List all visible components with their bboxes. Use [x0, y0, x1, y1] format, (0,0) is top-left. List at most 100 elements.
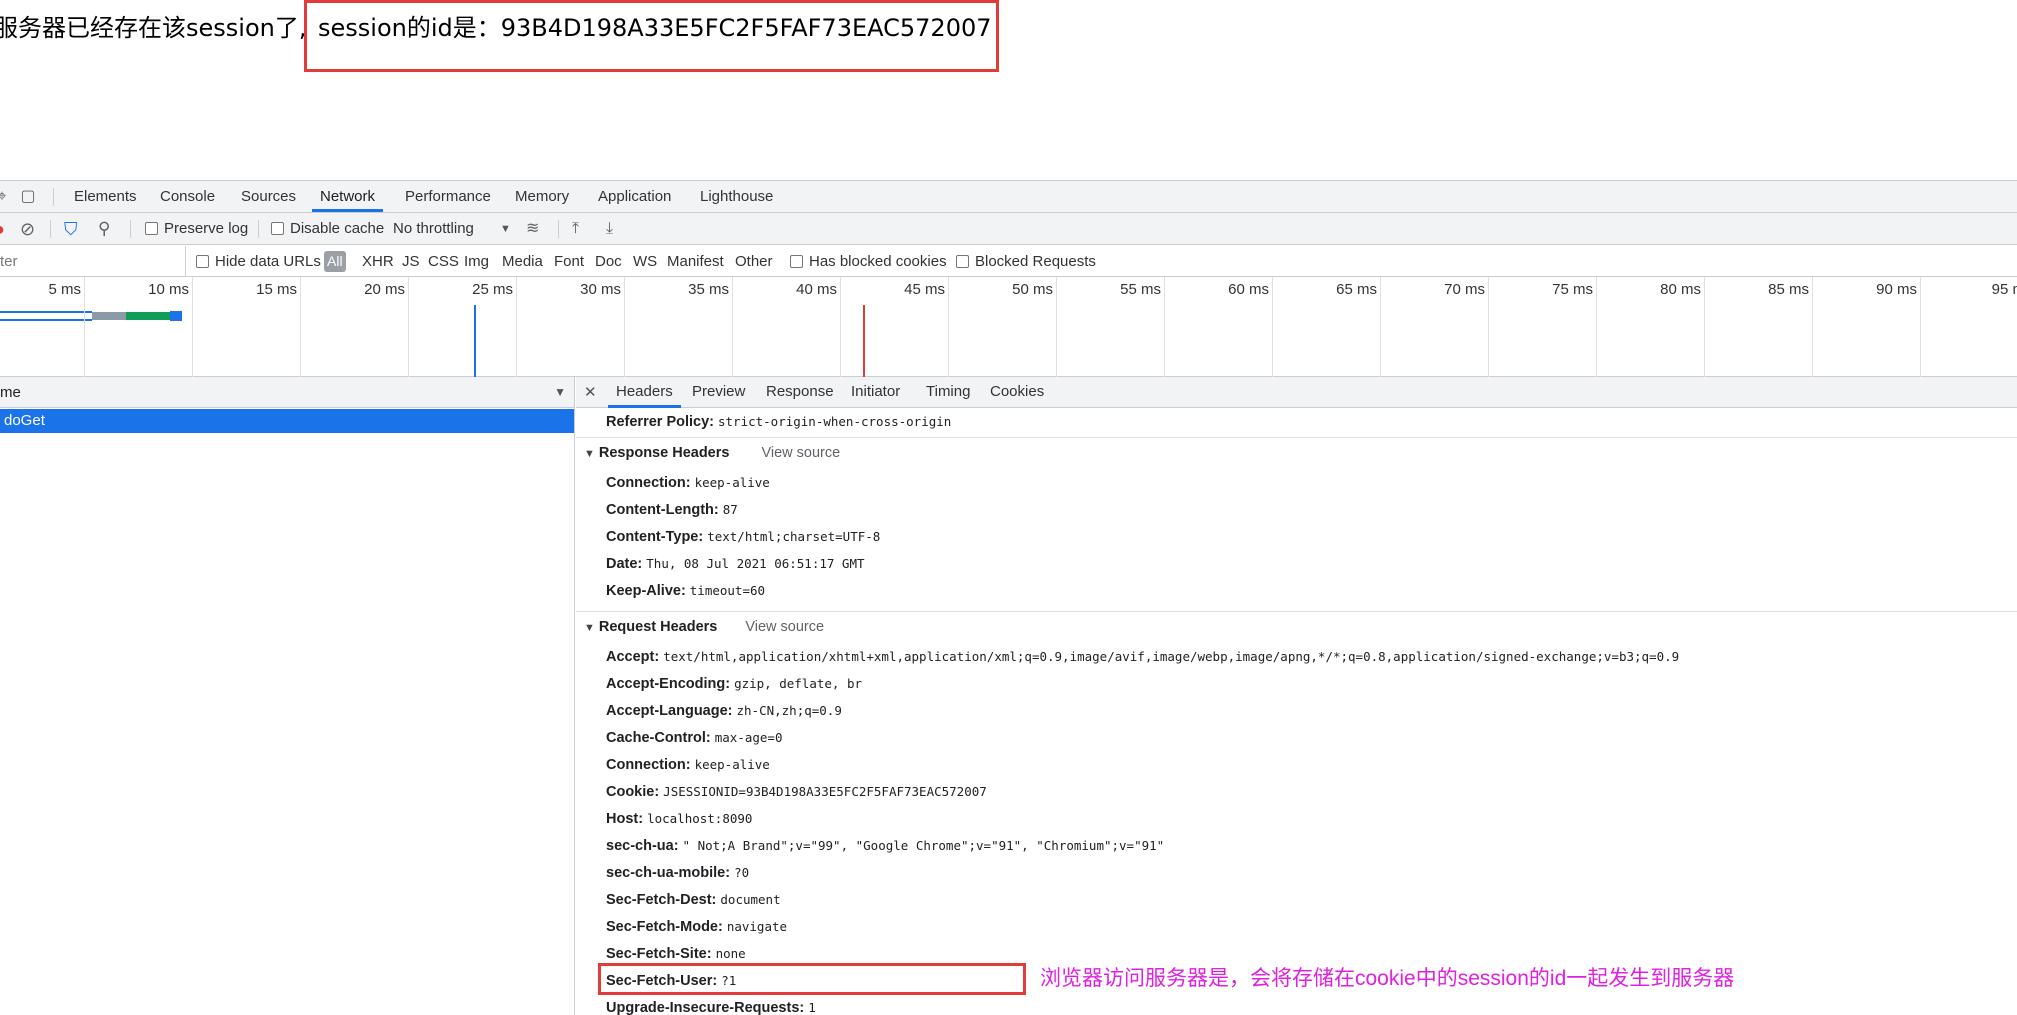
- header-row: Accept-Language: zh-CN,zh;q=0.9: [606, 698, 842, 724]
- header-value: keep-alive: [694, 475, 770, 490]
- response-headers-section[interactable]: ▼ Response Headers View source: [576, 437, 2017, 467]
- filter-type-font[interactable]: Font: [554, 246, 584, 277]
- tab-performance[interactable]: Performance: [397, 181, 499, 212]
- header-value: none: [715, 946, 746, 961]
- disable-cache-checkbox[interactable]: Disable cache: [271, 213, 384, 245]
- header-value: JSESSIONID=93B4D198A33E5FC2F5FAF73EAC572…: [663, 784, 987, 799]
- chevron-down-icon[interactable]: ▼: [500, 213, 511, 245]
- filter-type-media[interactable]: Media: [502, 246, 543, 277]
- header-value: 1: [808, 1000, 816, 1015]
- throttling-select[interactable]: No throttling: [393, 213, 474, 245]
- view-source-link[interactable]: View source: [761, 445, 840, 461]
- header-value: text/html;charset=UTF-8: [707, 529, 881, 544]
- has-blocked-cookies-checkbox[interactable]: Has blocked cookies: [790, 246, 947, 277]
- tab-initiator[interactable]: Initiator: [843, 377, 908, 408]
- filter-bar: ter Hide data URLs All XHR JS CSS Img Me…: [0, 246, 2017, 277]
- request-row[interactable]: doGet: [0, 409, 574, 433]
- tab-headers[interactable]: Headers: [608, 377, 681, 408]
- export-har-icon[interactable]: ⤓: [606, 213, 613, 245]
- header-name: Keep-Alive:: [606, 583, 686, 599]
- sort-arrow-icon[interactable]: ▼: [554, 377, 566, 408]
- tab-response[interactable]: Response: [758, 377, 842, 408]
- tab-lighthouse[interactable]: Lighthouse: [692, 181, 781, 212]
- checkbox-box[interactable]: [271, 222, 284, 235]
- tab-elements[interactable]: Elements: [66, 181, 145, 212]
- view-source-link[interactable]: View source: [745, 619, 824, 635]
- filter-type-js[interactable]: JS: [402, 246, 420, 277]
- has-blocked-cookies-label: Has blocked cookies: [809, 253, 947, 270]
- header-row: sec-ch-ua: " Not;A Brand";v="99", "Google…: [606, 833, 1164, 859]
- disable-cache-label: Disable cache: [290, 220, 385, 237]
- tab-cookies[interactable]: Cookies: [982, 377, 1052, 408]
- filter-input[interactable]: ter: [0, 246, 186, 277]
- checkbox-box[interactable]: [145, 222, 158, 235]
- header-name: Cache-Control:: [606, 730, 711, 746]
- preserve-log-checkbox[interactable]: Preserve log: [145, 213, 248, 245]
- devtools-panel: ⌖ ▢ Elements Console Sources Network Per…: [0, 180, 2017, 1015]
- header-value: document: [720, 892, 781, 907]
- name-column-header[interactable]: me ▼: [0, 377, 574, 408]
- checkbox-box[interactable]: [196, 255, 209, 268]
- request-detail-panel: ✕ Headers Preview Response Initiator Tim…: [576, 377, 2017, 1015]
- header-row: Upgrade-Insecure-Requests: 1: [606, 995, 816, 1015]
- import-har-icon[interactable]: ⤒: [572, 213, 579, 245]
- filter-type-xhr[interactable]: XHR: [362, 246, 394, 277]
- header-value: 87: [722, 502, 738, 517]
- header-name: Sec-Fetch-Mode:: [606, 919, 723, 935]
- header-value: zh-CN,zh;q=0.9: [736, 703, 842, 718]
- checkbox-box[interactable]: [956, 255, 969, 268]
- header-value: keep-alive: [694, 757, 770, 772]
- filter-type-all[interactable]: All: [324, 251, 346, 272]
- header-row: Keep-Alive: timeout=60: [606, 578, 765, 604]
- header-row: Connection: keep-alive: [606, 752, 770, 778]
- cookie-highlight-box: [598, 963, 1026, 995]
- header-row: Sec-Fetch-Dest: document: [606, 887, 781, 913]
- filter-type-css[interactable]: CSS: [428, 246, 459, 277]
- header-name: Accept-Encoding:: [606, 676, 731, 692]
- tab-network[interactable]: Network: [312, 181, 384, 212]
- toolbar-divider: [558, 220, 559, 238]
- header-value: gzip, deflate, br: [734, 676, 862, 691]
- filter-icon[interactable]: ⛉: [64, 213, 78, 245]
- header-row: Host: localhost:8090: [606, 806, 752, 832]
- header-name: sec-ch-ua:: [606, 838, 679, 854]
- timeline-tick-label: 95 m: [1991, 281, 2017, 298]
- device-toolbar-icon[interactable]: ▢: [18, 187, 38, 207]
- triangle-down-icon[interactable]: ▼: [584, 439, 595, 469]
- search-icon[interactable]: ⚲: [98, 213, 110, 245]
- tab-memory[interactable]: Memory: [507, 181, 577, 212]
- header-row: Accept: text/html,application/xhtml+xml,a…: [606, 644, 1679, 670]
- header-value: strict-origin-when-cross-origin: [718, 414, 952, 429]
- close-icon[interactable]: ✕: [584, 377, 597, 408]
- tab-preview[interactable]: Preview: [684, 377, 753, 408]
- filter-type-doc[interactable]: Doc: [595, 246, 622, 277]
- header-name: Sec-Fetch-Dest:: [606, 892, 717, 908]
- filter-type-ws[interactable]: WS: [633, 246, 657, 277]
- filter-type-other[interactable]: Other: [735, 246, 773, 277]
- network-overview-timeline[interactable]: 5 ms 10 ms 15 ms 20 ms 25 ms 30 ms 35 ms 40 ms 4…: [0, 277, 2017, 377]
- triangle-down-icon[interactable]: ▼: [584, 613, 595, 643]
- record-icon[interactable]: ●: [0, 213, 5, 245]
- header-name: sec-ch-ua-mobile:: [606, 865, 731, 881]
- tab-console[interactable]: Console: [152, 181, 223, 212]
- header-name: Accept:: [606, 649, 660, 665]
- filter-type-manifest[interactable]: Manifest: [667, 246, 724, 277]
- header-row: Sec-Fetch-Mode: navigate: [606, 914, 787, 940]
- tab-timing[interactable]: Timing: [918, 377, 978, 408]
- clear-icon[interactable]: ⊘: [20, 213, 35, 245]
- request-headers-section[interactable]: ▼ Request Headers View source: [576, 611, 2017, 641]
- header-row: Date: Thu, 08 Jul 2021 06:51:17 GMT: [606, 551, 865, 577]
- tab-application[interactable]: Application: [590, 181, 679, 212]
- toolbar-divider: [258, 220, 259, 238]
- checkbox-box[interactable]: [790, 255, 803, 268]
- header-name: Referrer Policy:: [606, 414, 714, 430]
- request-list: me ▼ doGet: [0, 377, 575, 1015]
- inspect-icon[interactable]: ⌖: [0, 187, 12, 207]
- hide-data-urls-checkbox[interactable]: Hide data URLs: [196, 246, 321, 277]
- network-conditions-icon[interactable]: ≋: [526, 213, 539, 245]
- toolbar-divider: [130, 220, 131, 238]
- timeline-gridline: [0, 277, 2017, 377]
- filter-type-img[interactable]: Img: [464, 246, 489, 277]
- tab-sources[interactable]: Sources: [233, 181, 304, 212]
- blocked-requests-checkbox[interactable]: Blocked Requests: [956, 246, 1096, 277]
